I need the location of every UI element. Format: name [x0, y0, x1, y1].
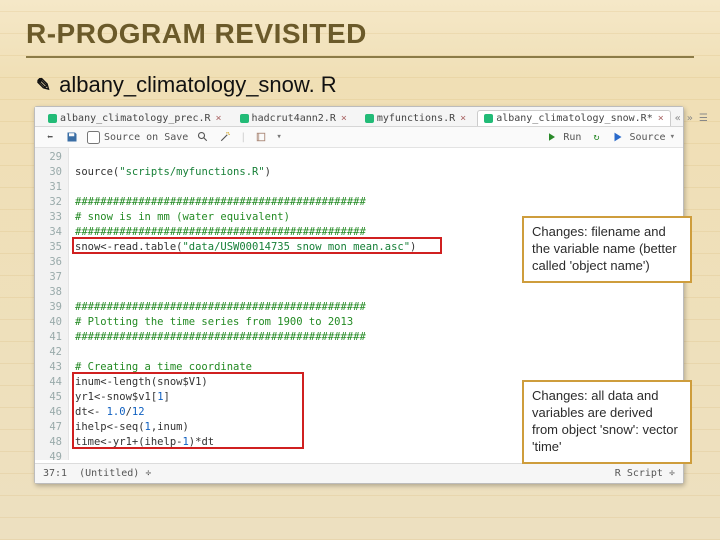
close-icon[interactable]: ×	[460, 113, 466, 124]
source-button[interactable]: Source ▾	[611, 130, 675, 144]
close-icon[interactable]: ×	[216, 113, 222, 124]
source-on-save-toggle[interactable]: Source on Save	[87, 131, 188, 144]
dropdown-icon[interactable]: ▾	[276, 132, 281, 142]
source-on-save-checkbox[interactable]	[87, 131, 100, 144]
rerun-icon[interactable]: ↻	[589, 130, 603, 144]
run-button[interactable]: Run	[545, 130, 581, 144]
source-on-save-label: Source on Save	[104, 132, 188, 143]
editor-tabstrip: albany_climatology_prec.R × hadcrut4ann2…	[35, 107, 683, 127]
annotation-1: Changes: filename and the variable name …	[522, 216, 692, 283]
tab-prev-icon[interactable]: «	[675, 113, 681, 124]
notebook-icon[interactable]	[254, 130, 268, 144]
bullet: ✎ albany_climatology_snow. R	[36, 72, 694, 98]
chevron-down-icon[interactable]: ▾	[670, 132, 675, 142]
editor-toolbar: ⬅ Source on Save | ▾ Run ↻ Source ▾	[35, 127, 683, 148]
rscript-icon	[365, 114, 374, 123]
tab-list-icon[interactable]: ☰	[699, 113, 708, 124]
search-icon[interactable]	[196, 130, 210, 144]
tab-label: albany_climatology_snow.R*	[496, 113, 653, 124]
tab-file-0[interactable]: albany_climatology_prec.R ×	[41, 110, 229, 126]
tab-label: hadcrut4ann2.R	[252, 113, 336, 124]
close-icon[interactable]: ×	[658, 113, 664, 124]
status-bar: 37:1 (Untitled) ÷ R Script ÷	[35, 463, 683, 483]
rscript-icon	[484, 114, 493, 123]
annotation-2: Changes: all data and variables are deri…	[522, 380, 692, 464]
tab-file-3[interactable]: albany_climatology_snow.R* ×	[477, 110, 671, 126]
rscript-icon	[240, 114, 249, 123]
line-gutter: 2930313233343536373839404142434445464748…	[35, 148, 69, 460]
slide-title: R-PROGRAM REVISITED	[26, 18, 694, 50]
tab-label: albany_climatology_prec.R	[60, 113, 211, 124]
cursor-position: 37:1	[43, 468, 67, 479]
back-icon[interactable]: ⬅	[43, 130, 57, 144]
rscript-icon	[48, 114, 57, 123]
status-language[interactable]: R Script ÷	[615, 468, 675, 479]
tab-label: myfunctions.R	[377, 113, 455, 124]
pencil-icon: ✎	[36, 75, 51, 96]
bullet-text: albany_climatology_snow. R	[59, 72, 337, 98]
tab-next-icon[interactable]: »	[687, 113, 693, 124]
wand-icon[interactable]	[218, 130, 232, 144]
save-icon[interactable]	[65, 130, 79, 144]
title-divider	[26, 56, 694, 58]
tab-file-2[interactable]: myfunctions.R ×	[358, 110, 473, 126]
tab-file-1[interactable]: hadcrut4ann2.R ×	[233, 110, 354, 126]
status-section-name[interactable]: (Untitled) ÷	[67, 468, 615, 479]
toolbar-separator: |	[240, 132, 246, 143]
close-icon[interactable]: ×	[341, 113, 347, 124]
